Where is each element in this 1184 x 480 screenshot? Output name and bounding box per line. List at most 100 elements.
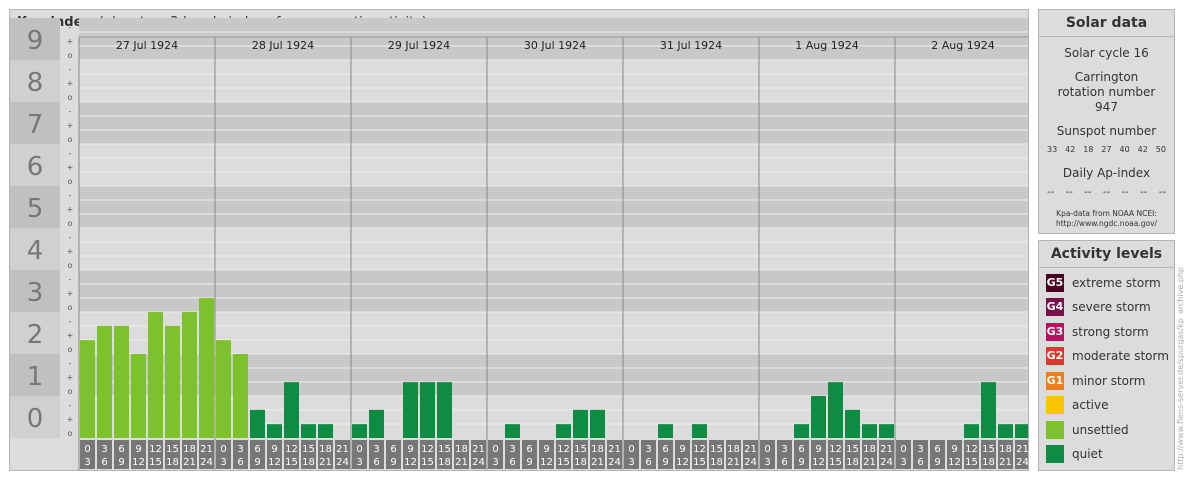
- kpa-bar: [369, 409, 384, 438]
- time-interval-end: 3: [356, 457, 362, 468]
- day-label: 27 Jul 1924: [116, 39, 178, 52]
- y-minor-label: -: [69, 65, 72, 74]
- data-source: Kpa-data from NOAA NCEI: http://www.ngdc…: [1039, 209, 1174, 229]
- time-interval-end: 3: [220, 457, 226, 468]
- y-minor-label: +: [67, 415, 74, 424]
- time-interval-end: 9: [118, 457, 124, 468]
- time-interval-end: 15: [149, 457, 162, 468]
- sunspot-value: 18: [1083, 145, 1094, 154]
- time-interval-start: 21: [1016, 444, 1028, 455]
- activity-level-swatch: G5: [1046, 273, 1064, 292]
- kpa-bar: [1015, 424, 1028, 438]
- time-interval-end: 12: [540, 457, 553, 468]
- kpa-bar: [437, 382, 452, 438]
- time-interval-start: 9: [271, 444, 277, 455]
- activity-level: G5 extreme storm: [1046, 273, 1174, 293]
- time-interval-start: 21: [608, 444, 621, 455]
- y-minor-label: o: [68, 303, 73, 312]
- time-interval-end: 6: [509, 457, 515, 468]
- time-interval-end: 12: [812, 457, 825, 468]
- activity-level-label: extreme storm: [1072, 275, 1161, 290]
- day-label: 2 Aug 1924: [931, 39, 994, 52]
- y-minor-label: +: [67, 121, 74, 130]
- time-interval-start: 21: [336, 444, 349, 455]
- time-interval-start: 3: [237, 444, 243, 455]
- time-interval-end: 21: [863, 457, 876, 468]
- time-interval-start: 0: [900, 444, 906, 455]
- ap-title: Daily Ap-index: [1062, 166, 1151, 180]
- time-interval-end: 12: [948, 457, 961, 468]
- ap-value: --: [1140, 187, 1148, 198]
- time-interval-start: 15: [846, 444, 859, 455]
- y-tick-label: 6: [27, 152, 44, 182]
- time-interval-end: 18: [710, 457, 723, 468]
- kpa-bar: [845, 409, 860, 438]
- time-interval-end: 18: [438, 457, 451, 468]
- solar-data-title: Solar data: [1039, 10, 1174, 37]
- activity-level: G1 minor storm: [1046, 371, 1174, 391]
- time-interval-start: 15: [574, 444, 587, 455]
- kpa-bar: [794, 424, 809, 438]
- y-tick-label: 3: [27, 278, 44, 308]
- time-interval-end: 24: [472, 457, 485, 468]
- activity-levels-legend: G5 extreme storm G4 severe storm G3 strong st…: [1039, 273, 1174, 465]
- time-interval-end: 12: [676, 457, 689, 468]
- time-interval-end: 15: [421, 457, 434, 468]
- data-source-line: Kpa-data from NOAA NCEI:: [1056, 209, 1157, 218]
- solar-data-panel: Solar data Solar cycle 16 Carrington rot…: [1038, 9, 1175, 234]
- time-interval-end: 21: [591, 457, 604, 468]
- credit-url: http://www.flens-server.de/spurgas/kp_ar…: [1176, 266, 1184, 470]
- activity-level-label: severe storm: [1072, 300, 1151, 314]
- y-minor-label: o: [68, 345, 73, 354]
- kpa-bar: [233, 354, 248, 438]
- time-interval-start: 3: [101, 444, 107, 455]
- time-interval-end: 3: [764, 457, 770, 468]
- y-minor-label: o: [68, 387, 73, 396]
- activity-levels-title: Activity levels: [1039, 241, 1174, 268]
- time-interval-start: 6: [390, 444, 396, 455]
- time-interval-end: 6: [781, 457, 787, 468]
- data-source-link[interactable]: http://www.ngdc.noaa.gov/: [1039, 219, 1174, 229]
- kpa-bar: [862, 424, 877, 438]
- time-interval-end: 6: [645, 457, 651, 468]
- y-tick-label: 8: [27, 68, 44, 98]
- time-interval-end: 6: [917, 457, 923, 468]
- ap-value: --: [1084, 187, 1092, 198]
- kpa-bar-chart: 0123456789o+-o+-o+-o+-o+-o+-o+-o+-o+-o+-…: [10, 18, 1028, 470]
- y-minor-label: o: [68, 429, 73, 438]
- kpa-bar: [131, 354, 146, 438]
- day-label: 28 Jul 1924: [252, 39, 314, 52]
- time-interval-end: 21: [999, 457, 1012, 468]
- y-minor-label: +: [67, 289, 74, 298]
- time-interval-start: 0: [628, 444, 634, 455]
- kpa-bar: [114, 325, 129, 438]
- kpa-bar: [318, 424, 333, 438]
- y-minor-label: +: [67, 163, 74, 172]
- time-interval-end: 18: [574, 457, 587, 468]
- time-interval-end: 6: [373, 457, 379, 468]
- y-minor-label: +: [67, 373, 74, 382]
- time-interval-end: 18: [166, 457, 179, 468]
- time-interval-end: 18: [302, 457, 315, 468]
- time-interval-start: 9: [679, 444, 685, 455]
- sunspot-value: 50: [1155, 145, 1166, 154]
- time-interval-start: 15: [302, 444, 315, 455]
- y-minor-label: +: [67, 247, 74, 256]
- activity-level-swatch: [1046, 445, 1064, 463]
- time-interval-end: 9: [798, 457, 804, 468]
- day-label: 1 Aug 1924: [795, 39, 858, 52]
- y-minor-label: -: [69, 317, 72, 326]
- kpa-bar: [80, 340, 95, 438]
- activity-level: G4 severe storm: [1046, 297, 1174, 317]
- kpa-bar: [420, 382, 435, 438]
- activity-level: active: [1046, 395, 1174, 415]
- time-interval-end: 9: [662, 457, 668, 468]
- kpa-bar: [165, 325, 180, 438]
- activity-level: unsettled: [1046, 420, 1174, 440]
- carrington-rotation: Carrington rotation number 947: [1057, 70, 1156, 114]
- time-interval-end: 24: [200, 457, 213, 468]
- time-interval-start: 9: [951, 444, 957, 455]
- ap-values: -- -- -- -- -- -- --: [1039, 187, 1174, 198]
- time-interval-start: 21: [472, 444, 485, 455]
- time-interval-start: 12: [965, 444, 978, 455]
